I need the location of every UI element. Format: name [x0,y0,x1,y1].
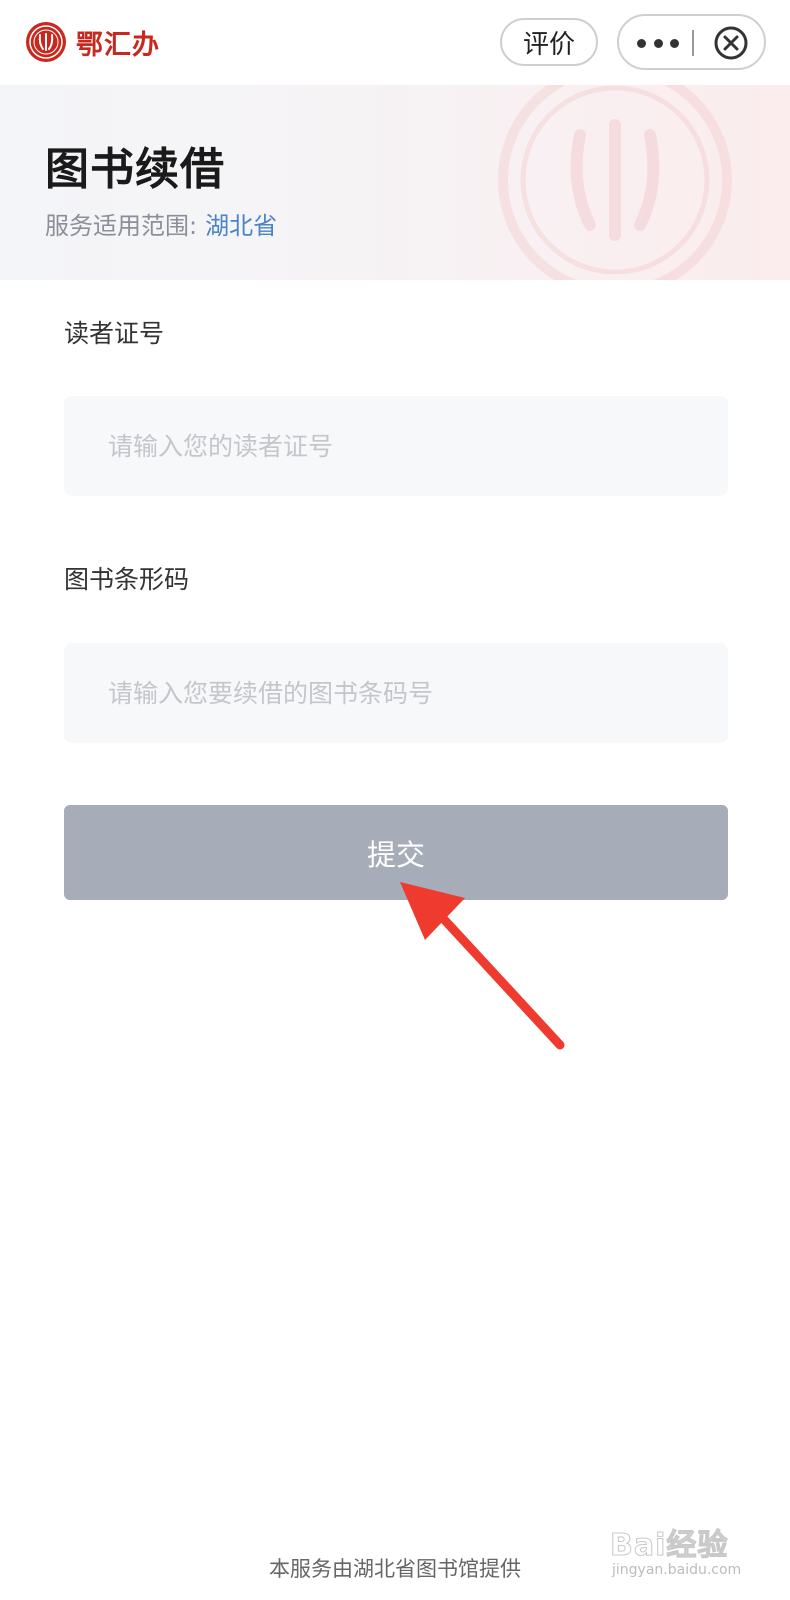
watermark-main-text: Bai经验 [609,1528,729,1564]
rate-button[interactable]: 评价 [500,18,598,66]
header-banner: 图书续借 服务适用范围: 湖北省 [0,85,790,280]
service-scope-value[interactable]: 湖北省 [205,212,277,240]
watermark-seal-icon [498,85,732,280]
brand: 鄂汇办 [26,22,160,62]
annotation-arrow-icon [400,882,565,1050]
service-scope: 服务适用范围: 湖北省 [45,206,277,241]
capsule-divider [692,30,694,56]
reader-id-input[interactable] [64,396,728,496]
page-title: 图书续借 [45,144,225,195]
baidu-jingyan-watermark: Bai经验 jingyan.baidu.com [609,1520,760,1590]
barcode-label: 图书条形码 [64,565,190,594]
top-bar: 鄂汇办 评价 [0,0,790,85]
mini-program-capsule [617,14,766,70]
close-circle-icon[interactable] [713,25,749,61]
brand-logo-icon [26,22,66,62]
reader-id-label: 读者证号 [64,319,165,348]
watermark-sub-text: jingyan.baidu.com [612,1562,742,1578]
brand-name: 鄂汇办 [76,29,160,61]
page: 鄂汇办 评价 图书续借 服务适用范围:湖北省 读者证号 图书条形码 提 [0,0,790,1600]
more-dots-icon[interactable] [637,33,679,53]
service-scope-label: 服务适用范围: [45,212,198,240]
barcode-input[interactable] [64,643,728,743]
